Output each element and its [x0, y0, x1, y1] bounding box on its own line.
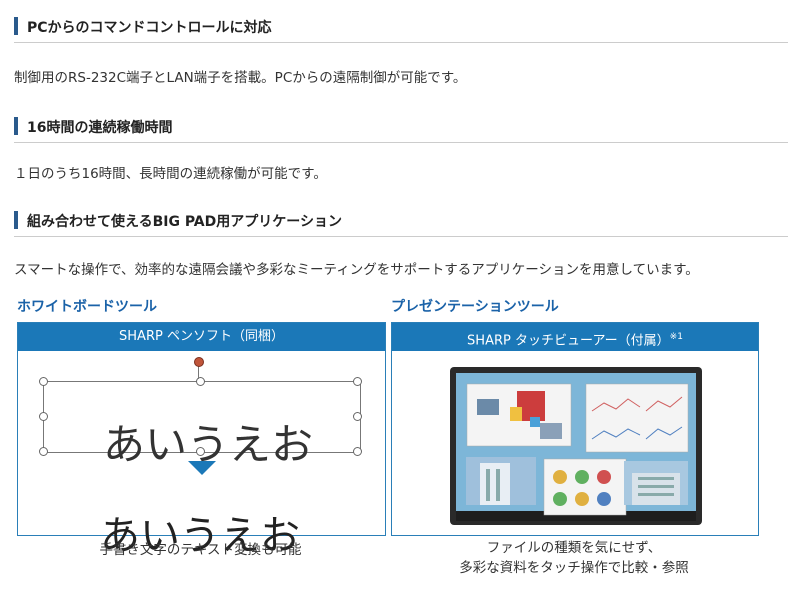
- section-text-pc-control: 制御用のRS-232C端子とLAN端子を搭載。PCからの遠隔制御が可能です。: [14, 70, 467, 86]
- panel-header: SHARP ペンソフト（同梱）: [18, 323, 385, 351]
- heading-text: 16時間の連続稼働時間: [27, 120, 173, 136]
- caption-line: 多彩な資料をタッチ操作で比較・参照: [459, 560, 689, 576]
- resize-handle[interactable]: [39, 377, 48, 386]
- resize-handle[interactable]: [39, 412, 48, 421]
- pen-software-caption: 手書き文字のテキスト変換も可能: [99, 542, 302, 558]
- touch-viewer-panel: SHARP タッチビューアー（付属）※1: [391, 322, 759, 536]
- resize-handle[interactable]: [353, 377, 362, 386]
- heading-text: 組み合わせて使えるBIG PAD用アプリケーション: [27, 214, 342, 230]
- app-title-whiteboard: ホワイトボードツール: [17, 299, 157, 315]
- resize-handle[interactable]: [353, 447, 362, 456]
- section-text-applications: スマートな操作で、効率的な遠隔会議や多彩なミーティングをサポートするアプリケーシ…: [14, 262, 699, 278]
- panel-header-text: SHARP タッチビューアー（付属）: [467, 333, 670, 349]
- section-heading-continuous-operation: 16時間の連続稼働時間: [14, 114, 788, 143]
- heading-accent-bar: [14, 117, 18, 135]
- section-heading-applications: 組み合わせて使えるBIG PAD用アプリケーション: [14, 208, 788, 237]
- rotate-handle-icon[interactable]: [194, 357, 204, 367]
- section-heading-pc-control: PCからのコマンドコントロールに対応: [14, 14, 788, 43]
- section-text-continuous-operation: １日のうち16時間、長時間の連続稼働が可能です。: [14, 166, 327, 182]
- resize-handle[interactable]: [353, 412, 362, 421]
- caption-line: ファイルの種類を気にせず、: [486, 540, 662, 556]
- footnote-mark: ※1: [669, 332, 683, 342]
- arrow-down-icon: [188, 461, 216, 475]
- touch-viewer-caption: ファイルの種類を気にせず、 多彩な資料をタッチ操作で比較・参照: [391, 538, 757, 578]
- touch-viewer-screenshot: [450, 367, 702, 525]
- pen-software-panel: SHARP ペンソフト（同梱） あいうえお あいうえお: [17, 322, 386, 559]
- resize-handle[interactable]: [39, 447, 48, 456]
- app-title-presentation: プレゼンテーションツール: [391, 299, 559, 315]
- panel-header: SHARP タッチビューアー（付属）※1: [392, 323, 758, 351]
- heading-text: PCからのコマンドコントロールに対応: [27, 20, 272, 36]
- pen-demo-area: あいうえお あいうえお: [18, 351, 385, 559]
- heading-accent-bar: [14, 17, 18, 35]
- heading-accent-bar: [14, 211, 18, 229]
